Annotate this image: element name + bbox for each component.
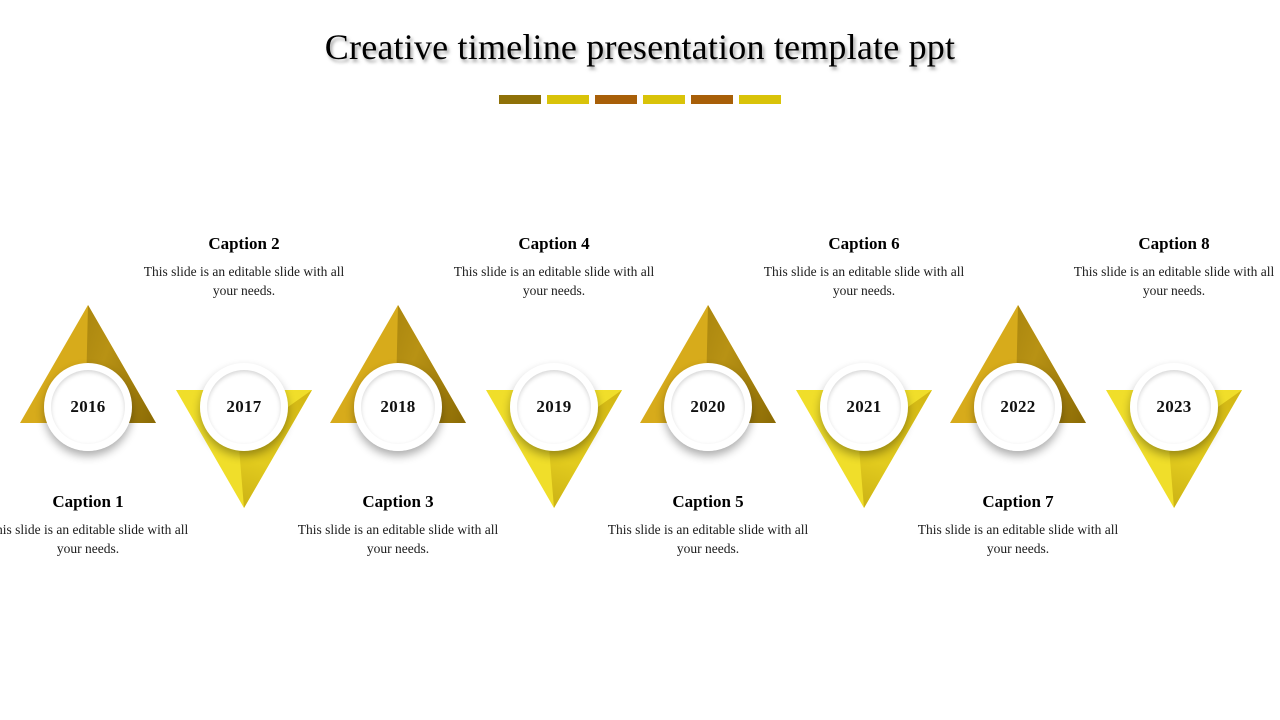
timeline-node-2022[interactable]: 2022 Caption 7 This slide is an editable s… <box>918 0 1118 720</box>
year-label: 2019 <box>536 397 572 416</box>
year-badge-2016[interactable]: 2016 <box>44 363 132 451</box>
year-label: 2017 <box>226 397 262 416</box>
year-label: 2022 <box>1000 397 1036 416</box>
year-badge-2019[interactable]: 2019 <box>510 363 598 451</box>
timeline-node-2021[interactable]: 2021 Caption 6 This slide is an editable s… <box>764 0 964 720</box>
year-label: 2018 <box>380 397 416 416</box>
timeline-node-2018[interactable]: 2018 Caption 3 This slide is an editable s… <box>298 0 498 720</box>
year-badge-2020[interactable]: 2020 <box>664 363 752 451</box>
year-label: 2020 <box>690 397 726 416</box>
caption-description: This slide is an editable slide with all… <box>1073 264 1275 298</box>
timeline-node-2016[interactable]: 2016 Caption 1 This slide is an editable s… <box>0 0 188 720</box>
timeline-node-2019[interactable]: 2019 Caption 4 This slide is an editable s… <box>454 0 654 720</box>
year-badge-2018[interactable]: 2018 <box>354 363 442 451</box>
year-badge-2021[interactable]: 2021 <box>820 363 908 451</box>
timeline-diagram: 2016 Caption 1 This slide is an editable s… <box>0 0 1280 720</box>
timeline-node-2023[interactable]: 2023 Caption 8 This slide is an editable s… <box>1074 0 1274 720</box>
year-badge-2017[interactable]: 2017 <box>200 363 288 451</box>
timeline-node-2017[interactable]: 2017 Caption 2 This slide is an editable s… <box>144 0 344 720</box>
year-badge-2023[interactable]: 2023 <box>1130 363 1218 451</box>
year-badge-2022[interactable]: 2022 <box>974 363 1062 451</box>
timeline-node-2020[interactable]: 2020 Caption 5 This slide is an editable s… <box>608 0 808 720</box>
year-label: 2023 <box>1156 397 1192 416</box>
year-label: 2021 <box>846 397 882 416</box>
caption-block-8: Caption 8 This slide is an editable slide… <box>1069 234 1279 300</box>
year-label: 2016 <box>70 397 106 416</box>
caption-title: Caption 8 <box>1138 234 1210 253</box>
